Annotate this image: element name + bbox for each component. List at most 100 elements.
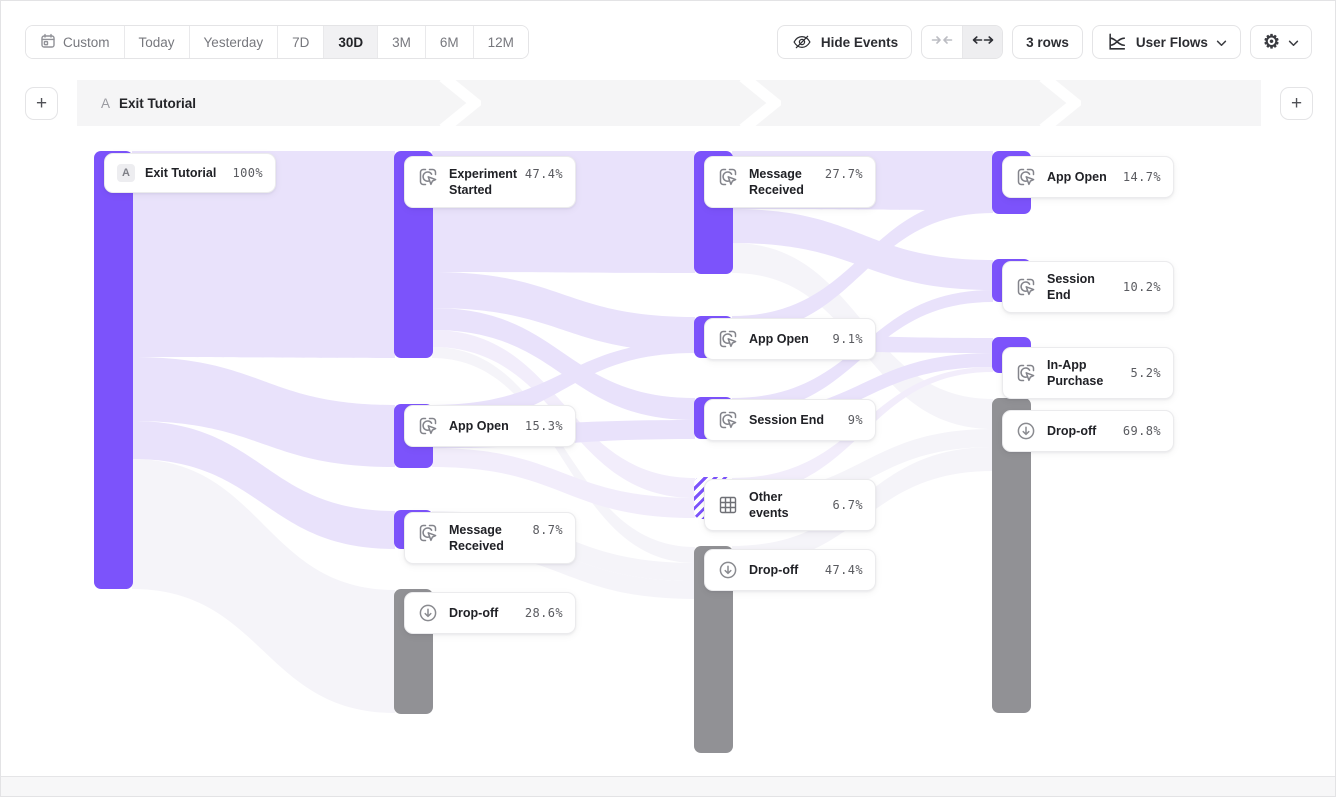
add-step-left-button[interactable]: + xyxy=(25,87,58,120)
user-flows-chart-icon xyxy=(1106,31,1128,53)
flow-node-other-events[interactable]: Other events 6.7% xyxy=(704,479,876,531)
flow-node-app-open[interactable]: App Open 15.3% xyxy=(404,405,576,447)
rows-label: 3 rows xyxy=(1026,35,1069,50)
date-range-label: 3M xyxy=(392,35,411,50)
flow-node-in-app-purchase[interactable]: In-App Purchase 5.2% xyxy=(1002,347,1174,399)
step-chevron xyxy=(439,80,481,126)
date-range-12m[interactable]: 12M xyxy=(474,26,528,58)
flow-node-message-received[interactable]: Message Received 27.7% xyxy=(704,156,876,208)
flow-node-drop-off[interactable]: Drop-off 47.4% xyxy=(704,549,876,591)
hide-events-button[interactable]: Hide Events xyxy=(777,25,912,59)
top-toolbar: Custom Today Yesterday 7D 30D 3M 6M 12M Hide Ev… xyxy=(25,25,1312,59)
node-label: Drop-off xyxy=(449,605,515,621)
node-label: Exit Tutorial xyxy=(145,165,223,181)
flow-node-drop-off[interactable]: Drop-off 28.6% xyxy=(404,592,576,634)
date-range-group: Custom Today Yesterday 7D 30D 3M 6M 12M xyxy=(25,25,529,59)
date-range-label: 6M xyxy=(440,35,459,50)
other-events-icon xyxy=(717,494,739,516)
flow-bar-exit-tutorial[interactable] xyxy=(94,151,133,589)
date-range-today[interactable]: Today xyxy=(125,26,190,58)
rows-button[interactable]: 3 rows xyxy=(1012,25,1083,59)
flow-node-message-received[interactable]: Message Received 8.7% xyxy=(404,512,576,564)
flow-node-session-end[interactable]: Session End 10.2% xyxy=(1002,261,1174,313)
plus-icon: + xyxy=(36,93,47,115)
date-range-6m[interactable]: 6M xyxy=(426,26,474,58)
step-header-band[interactable]: A Exit Tutorial xyxy=(77,80,1261,126)
node-percentage: 15.3% xyxy=(525,418,563,434)
drop-off-icon xyxy=(417,602,439,624)
node-percentage: 6.7% xyxy=(833,497,864,513)
flow-node-app-open[interactable]: App Open9.1% xyxy=(704,318,876,360)
step-letter: A xyxy=(101,96,110,111)
node-label: Other events xyxy=(749,489,823,521)
date-range-label: 12M xyxy=(488,35,514,50)
node-label: App Open xyxy=(1047,169,1113,185)
node-percentage: 69.8% xyxy=(1123,423,1161,439)
node-percentage: 47.4% xyxy=(525,166,563,182)
node-percentage: 28.6% xyxy=(525,605,563,621)
step-chevron xyxy=(1039,80,1081,126)
view-selector-label: User Flows xyxy=(1136,35,1208,50)
eye-off-icon xyxy=(791,31,813,53)
gear-icon: ⚙ xyxy=(1263,33,1280,52)
node-label: In-App Purchase xyxy=(1047,357,1121,389)
chevron-down-icon xyxy=(1216,35,1227,50)
flow-node-experiment-started[interactable]: Experiment Started47.4% xyxy=(404,156,576,208)
node-label: Message Received xyxy=(749,166,815,198)
node-percentage: 100% xyxy=(233,165,264,181)
node-percentage: 9% xyxy=(848,412,863,428)
flow-node-app-open[interactable]: App Open 14.7% xyxy=(1002,156,1174,198)
event-icon xyxy=(417,166,439,188)
flow-node-session-end[interactable]: Session End 9% xyxy=(704,399,876,441)
step-title-group: A Exit Tutorial xyxy=(101,80,196,126)
add-step-right-button[interactable]: + xyxy=(1280,87,1313,120)
node-label: Drop-off xyxy=(1047,423,1113,439)
node-label: App Open xyxy=(449,418,515,434)
collapse-columns-button[interactable] xyxy=(922,26,962,58)
event-icon xyxy=(1015,362,1037,384)
node-percentage: 8.7% xyxy=(533,522,564,538)
event-icon xyxy=(1015,276,1037,298)
node-percentage: 9.1% xyxy=(833,331,864,347)
flow-node-exit-tutorial[interactable]: AExit Tutorial100% xyxy=(104,153,276,193)
user-flows-canvas: Custom Today Yesterday 7D 30D 3M 6M 12M Hide Ev… xyxy=(0,0,1336,797)
step-chevron xyxy=(739,80,781,126)
node-percentage: 10.2% xyxy=(1123,279,1161,295)
node-percentage: 5.2% xyxy=(1131,365,1162,381)
event-icon xyxy=(717,166,739,188)
view-selector-button[interactable]: User Flows xyxy=(1092,25,1241,59)
hide-events-label: Hide Events xyxy=(821,35,898,50)
date-range-3m[interactable]: 3M xyxy=(378,26,426,58)
settings-button[interactable]: ⚙ xyxy=(1250,25,1312,59)
toolbar-right: Hide Events xyxy=(777,25,1312,59)
plus-icon: + xyxy=(1291,93,1302,115)
node-percentage: 47.4% xyxy=(825,562,863,578)
node-label: Drop-off xyxy=(749,562,815,578)
date-range-label: 30D xyxy=(338,35,363,50)
drop-off-icon xyxy=(1015,420,1037,442)
collapse-icon xyxy=(931,33,953,52)
date-range-label: 7D xyxy=(292,35,309,50)
expand-columns-button[interactable] xyxy=(962,26,1002,58)
chevron-down-icon xyxy=(1288,35,1299,50)
step-title: Exit Tutorial xyxy=(119,96,196,111)
event-icon xyxy=(717,409,739,431)
footer-strip xyxy=(1,776,1335,796)
drop-off-icon xyxy=(717,559,739,581)
expand-icon xyxy=(972,33,994,52)
date-range-custom[interactable]: Custom xyxy=(26,26,125,58)
node-label: Session End xyxy=(749,412,838,428)
node-percentage: 14.7% xyxy=(1123,169,1161,185)
date-range-30d[interactable]: 30D xyxy=(324,26,378,58)
flow-node-drop-off[interactable]: Drop-off 69.8% xyxy=(1002,410,1174,452)
node-label: Session End xyxy=(1047,271,1113,303)
date-range-yesterday[interactable]: Yesterday xyxy=(190,26,279,58)
collapse-expand-toggle xyxy=(921,25,1003,59)
date-range-7d[interactable]: 7D xyxy=(278,26,324,58)
calendar-icon xyxy=(40,33,56,52)
event-icon xyxy=(417,415,439,437)
node-percentage: 27.7% xyxy=(825,166,863,182)
date-range-label: Today xyxy=(139,35,175,50)
node-label: Message Received xyxy=(449,522,523,554)
date-range-label: Custom xyxy=(63,35,110,50)
